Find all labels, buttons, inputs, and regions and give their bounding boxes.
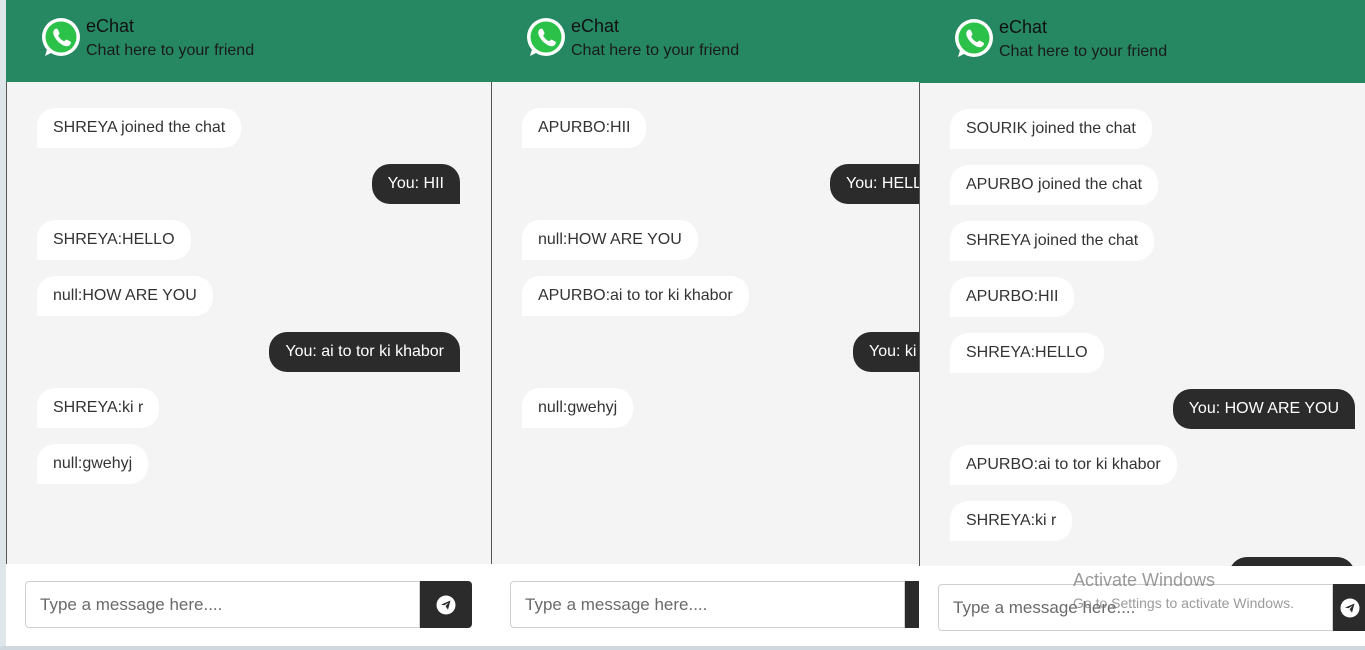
message-list: SHREYA joined the chat You: HII SHREYA:H… [6,82,491,564]
whatsapp-icon [955,19,993,57]
message-incoming: APURBO joined the chat [950,165,1159,205]
chat-window-3: eChat Chat here to your friend SOURIK jo… [919,0,1365,646]
message-outgoing: You: HOW ARE YOU [1172,389,1355,429]
message-outgoing: You: HII [371,164,460,204]
app-title: eChat [999,17,1048,37]
app-title: eChat [86,16,135,36]
bottom-strip [0,646,1365,650]
composer [491,564,919,646]
activation-watermark-subtitle: Go to Settings to activate Windows. [1073,595,1294,611]
message-incoming: null:HOW ARE YOU [522,220,698,260]
whatsapp-icon [527,18,565,56]
message-incoming: SHREYA:ki r [37,388,160,428]
message-incoming: SHREYA joined the chat [37,108,242,148]
message-incoming: SHREYA joined the chat [950,221,1155,261]
message-incoming: APURBO:HII [950,277,1075,317]
message-list: APURBO:HII You: HELLO null:HOW ARE YOU A… [491,82,919,564]
message-outgoing: You: ai to tor ki khabor [269,332,460,372]
message-input[interactable] [510,581,905,628]
activation-watermark-title: Activate Windows [1073,570,1216,590]
app-subtitle: Chat here to your friend [86,42,255,59]
app-subtitle: Chat here to your friend [999,43,1168,60]
message-incoming: APURBO:HII [522,108,647,148]
message-incoming: SHREYA:HELLO [37,220,191,260]
message-incoming: null:HOW ARE YOU [37,276,213,316]
message-incoming: null:gwehyj [522,388,634,428]
message-incoming: SHREYA:HELLO [950,333,1104,373]
message-incoming: APURBO:ai to tor ki khabor [522,276,749,316]
message-input[interactable] [25,581,420,628]
composer [6,564,491,646]
chat-header: eChat Chat here to your friend [6,0,491,82]
send-button[interactable] [905,581,919,628]
whatsapp-icon [42,18,80,56]
app-title: eChat [571,16,620,36]
chat-window-1: eChat Chat here to your friend SHREYA jo… [6,0,491,646]
message-incoming: null:gwehyj [37,444,149,484]
send-button[interactable] [420,581,472,628]
send-icon [436,595,456,614]
send-icon [1340,598,1360,617]
message-list: SOURIK joined the chat APURBO joined the… [919,83,1365,597]
chat-header: eChat Chat here to your friend [491,0,919,82]
chat-window-2: eChat Chat here to your friend APURBO:HI… [491,0,919,646]
message-incoming: SHREYA:ki r [950,501,1073,541]
message-incoming: SOURIK joined the chat [950,109,1152,149]
message-outgoing: You: HELLO [830,164,919,204]
app-subtitle: Chat here to your friend [571,42,740,59]
send-button[interactable] [1333,584,1365,631]
message-outgoing: You: ki r [853,332,919,372]
message-incoming: APURBO:ai to tor ki khabor [950,445,1177,485]
chat-header: eChat Chat here to your friend [919,0,1365,83]
